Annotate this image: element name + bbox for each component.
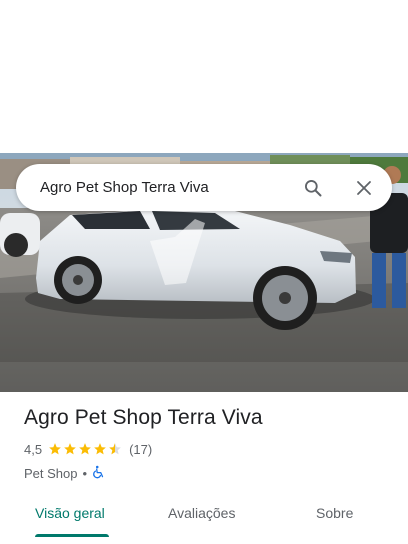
place-title: Agro Pet Shop Terra Viva — [24, 406, 263, 429]
close-icon[interactable] — [352, 176, 376, 200]
wheelchair-icon — [92, 465, 106, 482]
search-icon[interactable] — [301, 176, 325, 200]
category-row: Pet Shop • — [24, 463, 394, 483]
tab-visao-geral[interactable]: Visão geral — [35, 505, 105, 521]
star-icon — [64, 443, 76, 455]
search-input[interactable]: Agro Pet Shop Terra Viva — [40, 179, 301, 196]
half-star-icon — [109, 443, 121, 455]
place-category[interactable]: Pet Shop — [24, 466, 78, 481]
active-tab-indicator — [35, 534, 109, 537]
tab-avaliacoes[interactable]: Avaliações — [168, 505, 235, 521]
review-count[interactable]: (17) — [129, 442, 152, 457]
top-blank-area — [0, 0, 408, 153]
rating-row[interactable]: 4,5 (17) — [24, 440, 394, 458]
rating-stars — [48, 442, 123, 456]
search-bar[interactable]: Agro Pet Shop Terra Viva — [16, 164, 392, 211]
rating-value: 4,5 — [24, 441, 43, 457]
separator-dot: • — [82, 465, 88, 481]
tab-sobre[interactable]: Sobre — [316, 505, 353, 521]
place-tabs: Visão geral Avaliações Sobre — [0, 497, 408, 544]
star-icon — [94, 443, 106, 455]
star-icon — [49, 443, 61, 455]
place-info: Agro Pet Shop Terra Viva 4,5 (17) Pet Sh… — [24, 404, 394, 483]
star-icon — [79, 443, 91, 455]
